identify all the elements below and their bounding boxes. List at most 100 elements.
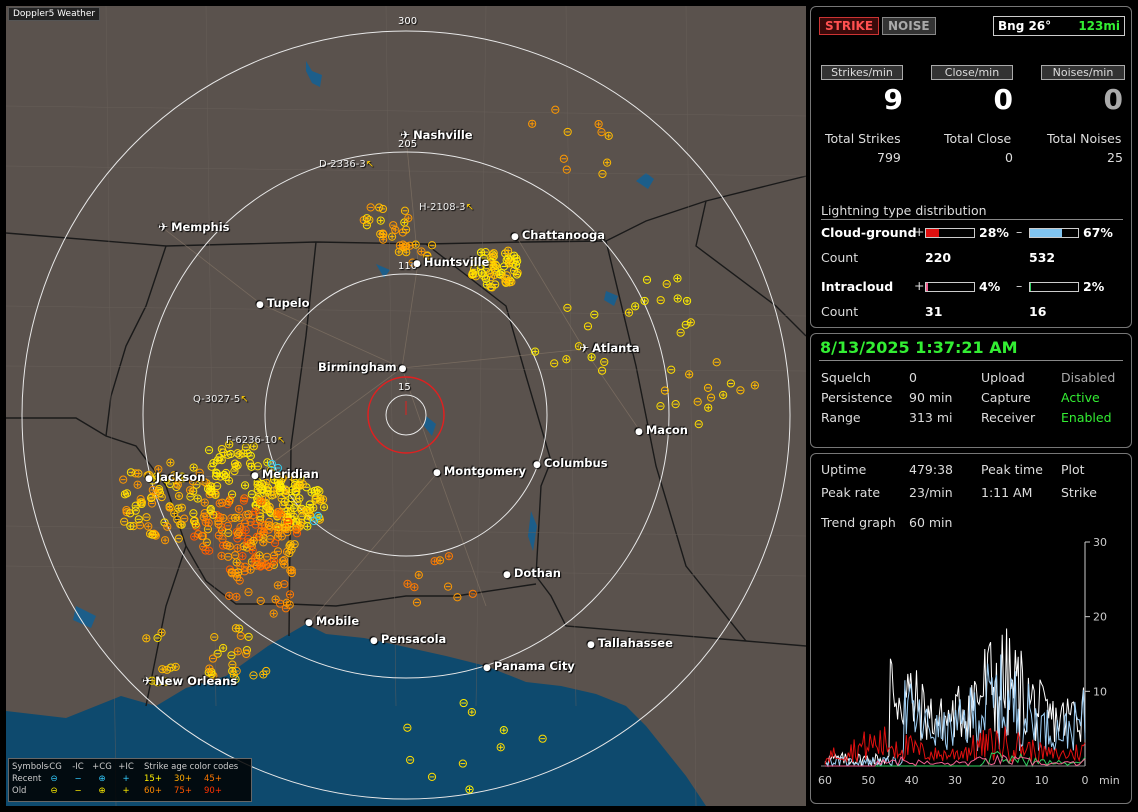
airport-icon: ✈: [158, 220, 169, 234]
ic-positive-count: 31: [925, 304, 943, 319]
city-label[interactable]: ● Montgomery: [433, 464, 526, 478]
total-strikes-value: 799: [877, 150, 901, 165]
city-label[interactable]: ● Columbus: [533, 456, 608, 470]
city-name: Dothan: [513, 566, 561, 580]
city-name: Macon: [645, 423, 688, 437]
city-dot-icon: ●: [635, 427, 643, 437]
strikes-per-min-button[interactable]: Strikes/min: [821, 65, 903, 80]
datetime-display: 8/13/2025 1:37:21 AM: [820, 338, 1018, 357]
uptime-label: Uptime: [821, 462, 867, 477]
ic-negative-bar: [1029, 282, 1079, 292]
city-dot-icon: ●: [305, 618, 313, 628]
noises-per-min-button[interactable]: Noises/min: [1041, 65, 1125, 80]
pos-cg-recent-icon: ⊕: [98, 774, 106, 784]
squelch-label: Squelch: [821, 370, 871, 385]
storm-cell-label[interactable]: Q-3027-5↖: [193, 394, 249, 405]
legend-pos-cg-label: +CG: [92, 762, 112, 772]
city-dot-icon: ●: [511, 232, 519, 242]
city-label[interactable]: ● Tallahassee: [587, 636, 673, 650]
bearing-range-display: Bng 26° 123mi: [993, 16, 1125, 36]
peak-rate-value: 23/min: [909, 485, 953, 500]
neg-cg-old-icon: ⊖: [50, 786, 58, 796]
city-label[interactable]: ✈ Nashville: [400, 128, 473, 142]
storm-cell-label[interactable]: F-6236-10↖: [226, 435, 286, 446]
cg-negative-percent: 67%: [1083, 225, 1113, 240]
pos-ic-recent-icon: +: [122, 774, 130, 784]
city-name: Meridian: [261, 467, 319, 481]
trend-graph-label: Trend graph: [821, 515, 896, 530]
receiver-label: Receiver: [981, 410, 1036, 425]
city-name: Mobile: [315, 614, 360, 628]
radar-map[interactable]: Doppler5 Weather 300 205 110 15 ✈ Nashville ✈…: [6, 6, 806, 806]
pos-ic-old-icon: +: [122, 786, 130, 796]
city-label[interactable]: ● Mobile: [305, 614, 359, 628]
close-per-min-button[interactable]: Close/min: [931, 65, 1013, 80]
city-dot-icon: ●: [370, 636, 378, 646]
trend-x-tick: 30: [948, 774, 962, 787]
city-dot-icon: ●: [587, 640, 595, 650]
storm-direction-arrow-icon: ↖: [365, 159, 375, 170]
range-value: 313 mi: [909, 410, 953, 425]
range-label: Range: [821, 410, 861, 425]
age-90-label: 90+: [204, 786, 222, 796]
persistence-label: Persistence: [821, 390, 893, 405]
legend-old-row: Old ⊖ − ⊕ + 60+ 75+ 90+: [12, 785, 248, 797]
ic-count-label: Count: [821, 304, 859, 319]
city-label[interactable]: ● Meridian: [251, 467, 319, 481]
age-75-label: 75+: [174, 786, 192, 796]
total-strikes-label: Total Strikes: [825, 131, 901, 146]
city-dot-icon: ●: [413, 259, 421, 269]
persistence-value: 90 min: [909, 390, 953, 405]
city-label[interactable]: ● Huntsville: [413, 255, 489, 269]
cg-minus-sign: –: [1016, 224, 1023, 239]
legend-symbols-label: Symbols: [12, 762, 49, 772]
peak-rate-label: Peak rate: [821, 485, 881, 500]
total-noises-label: Total Noises: [1047, 131, 1122, 146]
city-dot-icon: ●: [145, 474, 153, 484]
strike-mode-button[interactable]: STRIKE: [819, 17, 880, 35]
city-label[interactable]: Birmingham ●: [318, 360, 407, 374]
legend-header-row: Symbols -CG -IC +CG +IC Strike age color…: [12, 761, 248, 773]
city-label[interactable]: ✈ Atlanta: [579, 341, 640, 355]
city-label[interactable]: ● Macon: [635, 423, 688, 437]
storm-cell-label[interactable]: D-2336-3↖: [319, 159, 374, 170]
city-name: Tallahassee: [597, 636, 673, 650]
storm-cell-id: H-2108-3: [419, 202, 466, 213]
airport-icon: ✈: [579, 341, 590, 355]
cg-positive-count: 220: [925, 250, 952, 265]
capture-label: Capture: [981, 390, 1031, 405]
neg-ic-recent-icon: −: [74, 774, 82, 784]
strikes-per-min-value: 9: [883, 83, 903, 116]
city-name: Pensacola: [380, 632, 447, 646]
pos-cg-old-icon: ⊕: [98, 786, 106, 796]
storm-cell-label[interactable]: H-2108-3↖: [419, 202, 474, 213]
city-label[interactable]: ● Dothan: [503, 566, 561, 580]
noise-mode-button[interactable]: NOISE: [882, 17, 936, 35]
city-label[interactable]: ● Chattanooga: [511, 228, 605, 242]
city-name: Jackson: [155, 470, 206, 484]
city-name: Huntsville: [423, 255, 490, 269]
city-label[interactable]: ● Jackson: [145, 470, 205, 484]
city-label[interactable]: ✈ Memphis: [158, 220, 230, 234]
bearing-range-value: 123mi: [1078, 19, 1120, 33]
distribution-title: Lightning type distribution: [821, 203, 987, 218]
city-label[interactable]: ● Tupelo: [256, 296, 310, 310]
ic-plus-sign: +: [914, 278, 925, 293]
legend-neg-ic-label: -IC: [72, 762, 84, 772]
city-name: Columbus: [543, 456, 608, 470]
legend-neg-cg-label: -CG: [46, 762, 62, 772]
city-dot-icon: ●: [483, 663, 491, 673]
city-dot-icon: ●: [398, 364, 407, 374]
city-label[interactable]: ✈ New Orleans: [142, 674, 237, 688]
peak-time-label: Peak time: [981, 462, 1043, 477]
cg-negative-count: 532: [1029, 250, 1056, 265]
city-name: New Orleans: [155, 674, 238, 688]
city-name: Tupelo: [266, 296, 310, 310]
city-label[interactable]: ● Pensacola: [370, 632, 446, 646]
cg-negative-bar: [1029, 228, 1079, 238]
map-canvas[interactable]: [6, 6, 806, 806]
legend-pos-ic-label: +IC: [118, 762, 134, 772]
city-name: Montgomery: [443, 464, 526, 478]
total-close-value: 0: [1005, 150, 1013, 165]
city-label[interactable]: ● Panama City: [483, 659, 575, 673]
